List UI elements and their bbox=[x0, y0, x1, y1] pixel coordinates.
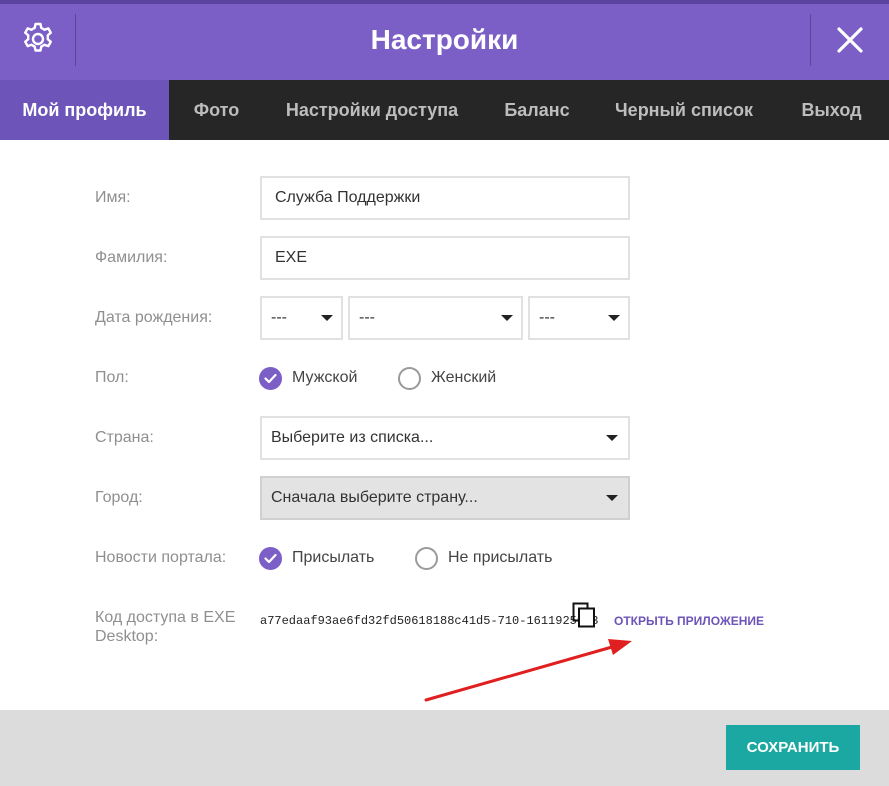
tab-access-settings[interactable]: Настройки доступа bbox=[264, 80, 480, 140]
news-row: Новости портала: Присылать Не присылать bbox=[0, 536, 889, 580]
first-name-row: Имя: Служба Поддержки bbox=[0, 176, 889, 220]
chevron-down-icon bbox=[606, 495, 618, 501]
tab-blacklist[interactable]: Черный список bbox=[594, 80, 774, 140]
birth-month-select[interactable]: --- bbox=[348, 296, 523, 340]
last-name-row: Фамилия: EXE bbox=[0, 236, 889, 280]
tab-my-profile[interactable]: Мой профиль bbox=[0, 80, 169, 140]
header-bar: Настройки bbox=[0, 0, 889, 80]
news-unsubscribe-label: Не присылать bbox=[448, 549, 553, 566]
birth-date-label: Дата рождения: bbox=[95, 309, 213, 326]
gender-male-radio[interactable]: Мужской bbox=[259, 356, 357, 400]
news-label: Новости портала: bbox=[95, 549, 227, 566]
copy-icon[interactable] bbox=[572, 602, 596, 628]
birth-day-select[interactable]: --- bbox=[260, 296, 343, 340]
country-select[interactable]: Выберите из списка... bbox=[260, 416, 630, 460]
last-name-label: Фамилия: bbox=[95, 249, 168, 266]
country-value: Выберите из списка... bbox=[271, 429, 434, 446]
country-row: Страна: Выберите из списка... bbox=[0, 416, 889, 460]
first-name-label: Имя: bbox=[95, 189, 131, 206]
gender-female-radio[interactable]: Женский bbox=[398, 356, 496, 400]
first-name-field[interactable]: Служба Поддержки bbox=[260, 176, 630, 220]
save-button[interactable]: СОХРАНИТЬ bbox=[726, 725, 860, 770]
tab-bar: Мой профиль Фото Настройки доступа Балан… bbox=[0, 80, 889, 140]
radio-checked-icon bbox=[259, 366, 282, 390]
radio-unchecked-icon bbox=[415, 546, 438, 570]
tab-photo[interactable]: Фото bbox=[169, 80, 264, 140]
radio-unchecked-icon bbox=[398, 366, 421, 390]
tab-logout[interactable]: Выход bbox=[774, 80, 889, 140]
close-icon[interactable] bbox=[830, 20, 870, 60]
chevron-down-icon bbox=[501, 315, 513, 321]
header-divider-right bbox=[810, 14, 811, 66]
access-code-label: Код доступа в EXE Desktop: bbox=[95, 609, 236, 645]
chevron-down-icon bbox=[321, 315, 333, 321]
city-select[interactable]: Сначала выберите страну... bbox=[260, 476, 630, 520]
news-unsubscribe-radio[interactable]: Не присылать bbox=[415, 536, 552, 580]
open-app-link[interactable]: ОТКРЫТЬ ПРИЛОЖЕНИЕ bbox=[614, 614, 764, 628]
birth-day-value: --- bbox=[271, 309, 287, 326]
access-code-value: a77edaaf93ae6fd32fd50618188c41d5-710-161… bbox=[260, 614, 599, 628]
birth-year-select[interactable]: --- bbox=[528, 296, 630, 340]
gender-row: Пол: Мужской Женский bbox=[0, 356, 889, 400]
gender-label: Пол: bbox=[95, 369, 129, 386]
radio-checked-icon bbox=[259, 546, 282, 570]
news-subscribe-radio[interactable]: Присылать bbox=[259, 536, 374, 580]
chevron-down-icon bbox=[606, 435, 618, 441]
birth-date-row: Дата рождения: --- --- --- bbox=[0, 296, 889, 340]
city-value: Сначала выберите страну... bbox=[271, 489, 478, 506]
city-row: Город: Сначала выберите страну... bbox=[0, 476, 889, 520]
birth-month-value: --- bbox=[359, 309, 375, 326]
news-subscribe-label: Присылать bbox=[292, 549, 375, 566]
birth-year-value: --- bbox=[539, 309, 555, 326]
gender-female-label: Женский bbox=[431, 369, 497, 386]
page-title: Настройки bbox=[370, 24, 519, 55]
last-name-field[interactable]: EXE bbox=[260, 236, 630, 280]
tab-balance[interactable]: Баланс bbox=[480, 80, 594, 140]
gender-male-label: Мужской bbox=[292, 369, 358, 386]
country-label: Страна: bbox=[95, 429, 154, 446]
chevron-down-icon bbox=[608, 315, 620, 321]
city-label: Город: bbox=[95, 489, 143, 506]
